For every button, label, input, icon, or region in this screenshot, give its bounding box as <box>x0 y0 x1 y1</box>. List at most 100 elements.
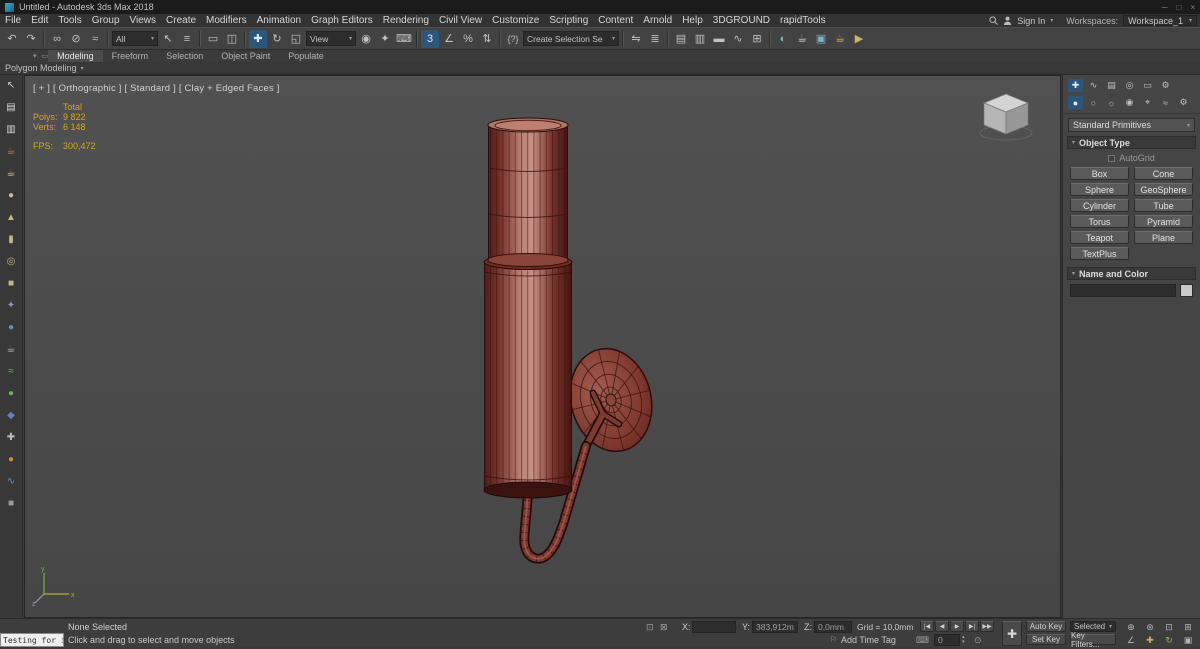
space-warps-category-icon[interactable]: ≈ <box>1158 96 1173 109</box>
render-setup-icon[interactable]: ☕ <box>793 30 811 48</box>
pyramid-button[interactable]: Pyramid <box>1134 215 1193 228</box>
teapot-cream-icon[interactable]: ☕ <box>3 166 19 181</box>
go-to-end-button[interactable]: ▶▶ <box>980 621 994 632</box>
wave-green-icon[interactable]: ≈ <box>3 364 19 379</box>
previous-frame-button[interactable]: ◀ <box>935 621 949 632</box>
ribbon-tab-selection[interactable]: Selection <box>157 50 212 62</box>
cross-gray-icon[interactable]: ✚ <box>3 430 19 445</box>
edit-named-selection-sets-icon[interactable]: {?} <box>504 30 522 48</box>
systems-category-icon[interactable]: ⚙ <box>1176 96 1191 109</box>
set-keys-button[interactable]: ✚ <box>1002 621 1022 646</box>
menu-help[interactable]: Help <box>677 14 708 27</box>
modify-tab-icon[interactable]: ∿ <box>1086 79 1101 92</box>
selection-lock-icon[interactable]: ⊠ <box>660 622 668 633</box>
rendered-frame-window-icon[interactable]: ▣ <box>812 30 830 48</box>
workspace-dropdown[interactable]: Workspace_1 ▾ <box>1123 15 1197 26</box>
create-tab-icon[interactable]: ✚ <box>1068 79 1083 92</box>
menu-create[interactable]: Create <box>161 14 201 27</box>
keyboard-shortcut-override-icon[interactable]: ⌨ <box>395 30 413 48</box>
viewport[interactable]: [ + ] [ Orthographic ] [ Standard ] [ Cl… <box>24 75 1061 618</box>
rollout-name-and-color[interactable]: ▾ Name and Color <box>1067 267 1196 280</box>
object-name-input[interactable] <box>1070 284 1176 297</box>
schematic-view-icon[interactable]: ⊞ <box>748 30 766 48</box>
sphere-orange-icon[interactable]: ● <box>3 452 19 467</box>
wave-blue-icon[interactable]: ∿ <box>3 474 19 489</box>
spinner-snap-icon[interactable]: ⇅ <box>478 30 496 48</box>
ribbon-config-icon[interactable]: ▾ <box>33 52 37 60</box>
scene-explorer-icon[interactable]: ▥ <box>691 30 709 48</box>
fov-icon[interactable]: ∠ <box>1122 634 1140 646</box>
hierarchy-tab-icon[interactable]: ▤ <box>1104 79 1119 92</box>
maximize-button[interactable]: □ <box>1176 3 1181 12</box>
shapes-category-icon[interactable]: ○ <box>1086 96 1101 109</box>
curve-editor-icon[interactable]: ∿ <box>729 30 747 48</box>
percent-snap-icon[interactable]: % <box>459 30 477 48</box>
menu-content[interactable]: Content <box>593 14 638 27</box>
menu-group[interactable]: Group <box>87 14 125 27</box>
go-to-start-button[interactable]: |◀ <box>920 621 934 632</box>
set-key-button[interactable]: Set Key <box>1026 634 1066 645</box>
unlink-selection-icon[interactable]: ⊘ <box>67 30 85 48</box>
motion-tab-icon[interactable]: ◎ <box>1122 79 1137 92</box>
tube-button[interactable]: Tube <box>1134 199 1193 212</box>
autogrid-checkbox[interactable]: AutoGrid <box>1063 151 1200 165</box>
isolate-selection-icon[interactable]: ⊡ <box>646 622 654 633</box>
sign-in-caret-icon[interactable]: ▾ <box>1050 17 1053 24</box>
zoom-extents-all-icon[interactable]: ⊞ <box>1179 621 1197 633</box>
menu-3dground[interactable]: 3DGROUND <box>708 14 775 27</box>
menu-arnold[interactable]: Arnold <box>638 14 677 27</box>
orbit-icon[interactable]: ↻ <box>1160 634 1178 646</box>
pan-icon[interactable]: ✚ <box>1141 634 1159 646</box>
cylinder-button[interactable]: Cylinder <box>1070 199 1129 212</box>
select-and-link-icon[interactable]: ∞ <box>48 30 66 48</box>
current-frame-field[interactable]: 0 <box>934 634 960 646</box>
auto-key-button[interactable]: Auto Key <box>1026 621 1066 632</box>
rollout-object-type[interactable]: ▾ Object Type <box>1067 136 1196 149</box>
cameras-category-icon[interactable]: ◉ <box>1122 96 1137 109</box>
star-purple-icon[interactable]: ✦ <box>3 298 19 313</box>
redo-icon[interactable]: ↷ <box>22 30 40 48</box>
geometry-category-icon[interactable]: ● <box>1068 96 1083 109</box>
sphere-tan-icon[interactable]: ● <box>3 188 19 203</box>
menu-animation[interactable]: Animation <box>252 14 306 27</box>
lights-category-icon[interactable]: ☼ <box>1104 96 1119 109</box>
display-tab-icon[interactable]: ▭ <box>1140 79 1155 92</box>
next-frame-button[interactable]: ▶| <box>965 621 979 632</box>
key-filters-button[interactable]: Key Filters... <box>1070 631 1116 649</box>
toggle-ribbon-icon[interactable]: ▬ <box>710 30 728 48</box>
align-icon[interactable]: ≣ <box>646 30 664 48</box>
use-pivot-point-center-icon[interactable]: ◉ <box>357 30 375 48</box>
selection-filter-dropdown[interactable]: All ▾ <box>112 31 158 46</box>
menu-rendering[interactable]: Rendering <box>378 14 434 27</box>
sphere-button[interactable]: Sphere <box>1070 183 1129 196</box>
minimize-button[interactable]: ─ <box>1162 3 1168 12</box>
teapot-gray-icon[interactable]: ☕ <box>3 342 19 357</box>
box-gray-icon[interactable]: ■ <box>3 496 19 511</box>
cylinder-tan-icon[interactable]: ▮ <box>3 232 19 247</box>
menu-rapidtools[interactable]: rapidTools <box>775 14 831 27</box>
keyboard-entry-icon[interactable]: ⌨ <box>916 635 929 646</box>
polygon-modeling-panel[interactable]: Polygon Modeling <box>5 63 77 73</box>
select-and-move-icon[interactable]: ✚ <box>249 29 267 48</box>
menu-file[interactable]: File <box>0 14 26 27</box>
close-button[interactable]: × <box>1190 3 1195 12</box>
torus-tan-icon[interactable]: ◎ <box>3 254 19 269</box>
play-button[interactable]: ▶ <box>950 621 964 632</box>
diamond-blue-icon[interactable]: ◆ <box>3 408 19 423</box>
panel-expand-icon[interactable]: ▾ <box>81 65 84 72</box>
zoom-all-icon[interactable]: ⊛ <box>1141 621 1159 633</box>
rectangular-selection-region-icon[interactable]: ▭ <box>204 30 222 48</box>
geosphere-button[interactable]: GeoSphere <box>1134 183 1193 196</box>
menu-customize[interactable]: Customize <box>487 14 544 27</box>
x-coordinate-field[interactable] <box>692 621 736 633</box>
select-by-name-icon[interactable]: ≡ <box>178 30 196 48</box>
box-button[interactable]: Box <box>1070 167 1129 180</box>
open-file-icon[interactable]: ▥ <box>3 122 19 137</box>
viewcube[interactable] <box>976 86 1040 142</box>
teapot-button[interactable]: Teapot <box>1070 231 1129 244</box>
reference-coordinate-dropdown[interactable]: View ▾ <box>306 31 356 46</box>
menu-views[interactable]: Views <box>125 14 162 27</box>
zoom-icon[interactable]: ⊕ <box>1122 621 1140 633</box>
select-and-rotate-icon[interactable]: ↻ <box>268 30 286 48</box>
ribbon-minimize-icon[interactable]: ▭ <box>42 52 49 60</box>
